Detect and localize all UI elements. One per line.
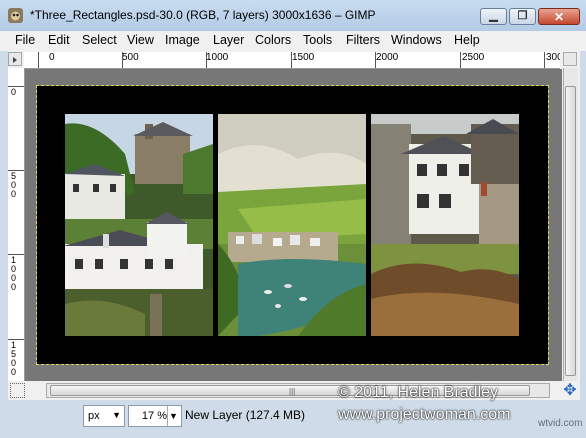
navigate-icon[interactable]: ✥ bbox=[561, 382, 579, 400]
photo-left-village bbox=[65, 114, 213, 336]
copyright-watermark: © 2011, Helen Bradley bbox=[338, 384, 499, 401]
ruler-label: 500 bbox=[122, 52, 139, 63]
menu-bar: File Edit Select View Image Layer Colors… bbox=[0, 31, 586, 51]
gimp-window: *Three_Rectangles.psd-30.0 (RGB, 7 layer… bbox=[0, 0, 586, 438]
ruler-label: 1000 bbox=[206, 52, 229, 63]
ruler-tick bbox=[460, 52, 461, 68]
minimize-button[interactable]: ▁ bbox=[480, 8, 507, 25]
arrow-right-icon bbox=[13, 57, 17, 63]
vertical-scrollbar[interactable] bbox=[563, 68, 578, 381]
menu-edit[interactable]: Edit bbox=[48, 33, 70, 47]
image-canvas[interactable] bbox=[36, 85, 549, 365]
vertical-ruler[interactable]: 0 5 0 0 1 0 0 0 1 5 0 0 bbox=[8, 68, 25, 381]
photo-right-houses bbox=[371, 114, 519, 336]
ruler-tick bbox=[8, 254, 24, 255]
status-message: New Layer (127.4 MB) bbox=[185, 408, 306, 422]
ruler-tick bbox=[375, 52, 376, 68]
ruler-label: 1500 bbox=[292, 52, 315, 63]
menu-colors[interactable]: Colors bbox=[255, 33, 291, 47]
quick-mask-toggle[interactable] bbox=[10, 383, 25, 398]
zoom-combobox[interactable]: 17 % ▼ bbox=[128, 405, 182, 427]
ruler-tick bbox=[8, 339, 24, 340]
website-watermark: www.projectwoman.com bbox=[338, 406, 511, 423]
minimize-icon: ▁ bbox=[489, 10, 498, 22]
ruler-tick bbox=[122, 52, 123, 68]
site-watermark: wtvid.com bbox=[538, 418, 583, 429]
photo-middle-harbour bbox=[218, 114, 366, 336]
ruler-tick bbox=[544, 52, 545, 68]
vertical-scrollbar-thumb[interactable] bbox=[565, 86, 576, 376]
chevron-down-icon: ▼ bbox=[112, 410, 121, 420]
zoom-value: 17 % bbox=[141, 410, 167, 422]
title-bar: *Three_Rectangles.psd-30.0 (RGB, 7 layer… bbox=[0, 0, 586, 32]
unit-select-value: px bbox=[88, 410, 100, 422]
ruler-label: 3000 bbox=[546, 52, 560, 63]
menu-tools[interactable]: Tools bbox=[303, 33, 332, 47]
grip-icon: ||| bbox=[289, 387, 296, 396]
menu-filters[interactable]: Filters bbox=[346, 33, 380, 47]
menu-windows[interactable]: Windows bbox=[391, 33, 442, 47]
horizontal-ruler[interactable]: 0 500 1000 1500 2000 2500 3000 bbox=[24, 52, 560, 69]
ruler-tick bbox=[8, 170, 24, 171]
menu-layer[interactable]: Layer bbox=[213, 33, 244, 47]
unit-select[interactable]: px ▼ bbox=[83, 405, 125, 427]
chevron-down-icon: ▼ bbox=[167, 406, 179, 426]
gimp-icon bbox=[8, 8, 23, 23]
ruler-label: 2500 bbox=[462, 52, 485, 63]
zoom-toggle-button[interactable] bbox=[563, 52, 577, 66]
quick-menu-button[interactable] bbox=[8, 52, 22, 66]
close-icon: ✕ bbox=[553, 9, 565, 24]
ruler-label: 2000 bbox=[376, 52, 399, 63]
ruler-label: 0 bbox=[49, 52, 55, 63]
menu-image[interactable]: Image bbox=[165, 33, 200, 47]
menu-view[interactable]: View bbox=[127, 33, 154, 47]
menu-file[interactable]: File bbox=[15, 33, 35, 47]
menu-help[interactable]: Help bbox=[454, 33, 480, 47]
ruler-tick bbox=[38, 52, 39, 68]
ruler-tick bbox=[291, 52, 292, 68]
canvas-viewport[interactable] bbox=[25, 69, 562, 381]
menu-select[interactable]: Select bbox=[82, 33, 117, 47]
maximize-button[interactable]: ❐ bbox=[509, 8, 536, 25]
close-button[interactable]: ✕ bbox=[538, 8, 580, 25]
ruler-tick bbox=[8, 86, 24, 87]
ruler-tick bbox=[206, 52, 207, 68]
maximize-icon: ❐ bbox=[517, 10, 528, 22]
window-title: *Three_Rectangles.psd-30.0 (RGB, 7 layer… bbox=[30, 8, 376, 22]
